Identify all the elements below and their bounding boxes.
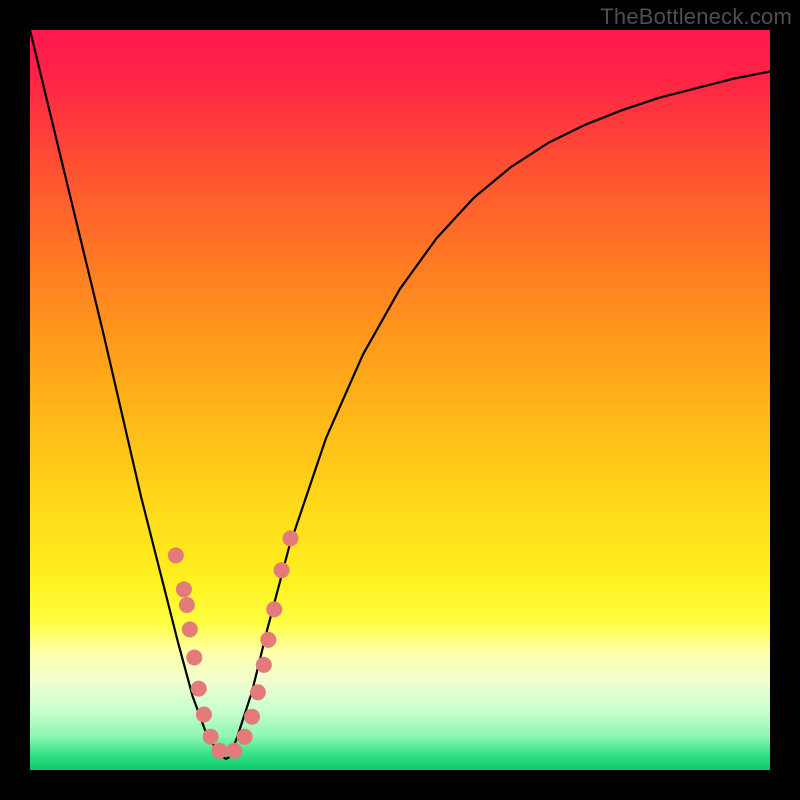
data-marker [244, 709, 260, 725]
data-marker [260, 632, 276, 648]
data-marker [250, 684, 266, 700]
bottleneck-curve [30, 30, 770, 759]
data-marker [179, 597, 195, 613]
data-marker [196, 707, 212, 723]
data-marker [237, 729, 253, 745]
data-marker [168, 547, 184, 563]
data-marker [274, 562, 290, 578]
data-marker [211, 743, 227, 759]
plot-area [30, 30, 770, 770]
data-marker [182, 621, 198, 637]
data-marker [256, 657, 272, 673]
chart-svg [30, 30, 770, 770]
chart-frame: TheBottleneck.com [0, 0, 800, 800]
data-marker [186, 650, 202, 666]
data-marker [191, 681, 207, 697]
data-marker [226, 743, 242, 759]
data-marker [283, 530, 299, 546]
data-marker [266, 601, 282, 617]
watermark-text: TheBottleneck.com [600, 4, 792, 30]
data-marker [203, 729, 219, 745]
data-marker [176, 581, 192, 597]
